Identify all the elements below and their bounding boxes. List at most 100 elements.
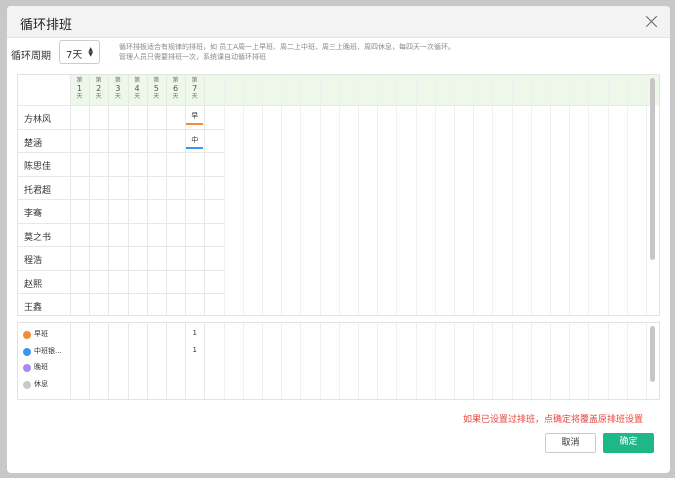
shift-cell[interactable] [90,130,108,153]
shift-cell[interactable] [90,200,108,223]
shift-cell[interactable] [129,153,147,176]
summary-scrollbar[interactable] [650,326,655,382]
shift-cell[interactable] [90,294,108,315]
grid-column-line [223,75,225,315]
shift-cell[interactable] [148,224,166,247]
shift-cell[interactable] [90,153,108,176]
day-suffix: 天 [191,93,198,100]
shift-summary-grid: 早班 1 中班银... 1 晚班 休息 [17,322,660,400]
shift-cell[interactable] [167,153,185,176]
shift-cell[interactable] [90,271,108,294]
shift-cell[interactable] [90,247,108,270]
shift-color-dot [23,380,31,389]
summary-column-line [550,323,551,399]
shift-cell[interactable] [186,247,204,270]
shift-cell[interactable] [186,271,204,294]
shift-type-label: 中班银... [34,346,62,355]
dialog-title: 循环排班 [20,18,73,33]
shift-cell[interactable] [109,106,127,129]
shift-cell[interactable] [109,130,127,153]
shift-cell[interactable] [167,130,185,153]
shift-cell[interactable] [129,224,147,247]
grid-column-line [454,75,455,315]
shift-cell[interactable] [148,130,166,153]
cycle-select[interactable]: 7天 ▲ ▼ [59,40,100,64]
day-number: 6 [172,84,179,93]
shift-cell[interactable] [109,177,127,200]
summary-column-line [492,323,494,399]
day-header-5: 第5天 [147,75,166,105]
summary-column-line [204,323,206,399]
shift-cell[interactable] [129,271,147,294]
shift-cell[interactable] [129,130,147,153]
shift-cell[interactable] [148,106,166,129]
shift-cell[interactable] [186,294,204,315]
shift-cell[interactable] [148,247,166,270]
updown-arrow-icon: ▲ ▼ [88,46,93,58]
grid-column-line [492,75,494,315]
shift-cell[interactable] [90,106,108,129]
shift-cell[interactable] [148,294,166,315]
shift-cell[interactable] [71,177,89,200]
shift-cell[interactable] [148,177,166,200]
day-number: 7 [192,84,198,93]
shift-cell[interactable] [167,200,185,223]
summary-column-line [626,323,628,399]
shift-cell[interactable] [109,224,127,247]
cycle-label: 循环周期 [11,51,51,62]
day-number: 5 [153,84,159,93]
cancel-button[interactable]: 取消 [545,433,596,453]
day-number: 1 [76,84,83,93]
shift-cell[interactable] [148,271,166,294]
shift-type-label: 早班 [34,330,48,338]
shift-cell[interactable] [109,247,127,270]
grid-column-line [415,75,417,315]
shift-cell[interactable] [186,224,204,247]
shift-cell[interactable] [90,224,108,247]
shift-cell[interactable] [129,294,147,315]
shift-cell[interactable] [109,294,127,315]
shift-cell[interactable] [71,271,89,294]
shift-cell[interactable] [167,271,185,294]
dialog-header: 循环排班 [7,6,670,38]
shift-cell[interactable] [148,153,166,176]
shift-cell[interactable] [148,200,166,223]
shift-cell[interactable] [109,200,127,223]
shift-cell[interactable] [71,200,89,223]
day-number: 4 [134,84,140,93]
shift-cell[interactable] [71,247,89,270]
shift-cell[interactable] [129,200,147,223]
shift-cell[interactable] [167,224,185,247]
shift-cell[interactable] [167,247,185,270]
shift-cell[interactable] [186,200,204,223]
grid-scrollbar[interactable] [650,78,655,260]
shift-cell[interactable] [167,294,185,315]
cycle-value: 7天 [66,50,83,61]
shift-cell[interactable] [109,271,127,294]
shift-cell[interactable] [71,153,89,176]
summary-column-line [319,323,321,399]
summary-column-line [358,323,359,399]
shift-cell[interactable] [186,153,204,176]
shift-cell[interactable] [71,130,89,153]
summary-column-line [70,323,71,399]
close-icon[interactable] [646,15,658,27]
shift-cell[interactable] [71,106,89,129]
shift-cell[interactable] [167,177,185,200]
shift-cell[interactable] [129,106,147,129]
summary-column-line [646,323,647,399]
shift-cell[interactable] [129,247,147,270]
shift-cell[interactable] [167,106,185,129]
shift-cell[interactable] [109,153,127,176]
summary-column-line [396,323,398,399]
shift-cell[interactable] [186,177,204,200]
shift-cell[interactable] [71,294,89,315]
grid-column-line [569,75,571,315]
shift-cell[interactable] [90,177,108,200]
summary-column-line [569,323,571,399]
shift-cell[interactable] [71,224,89,247]
grid-column-line [607,75,609,315]
confirm-button[interactable]: 确定 [603,433,654,453]
shift-cell[interactable] [129,177,147,200]
shift-count: 1 [192,345,197,354]
